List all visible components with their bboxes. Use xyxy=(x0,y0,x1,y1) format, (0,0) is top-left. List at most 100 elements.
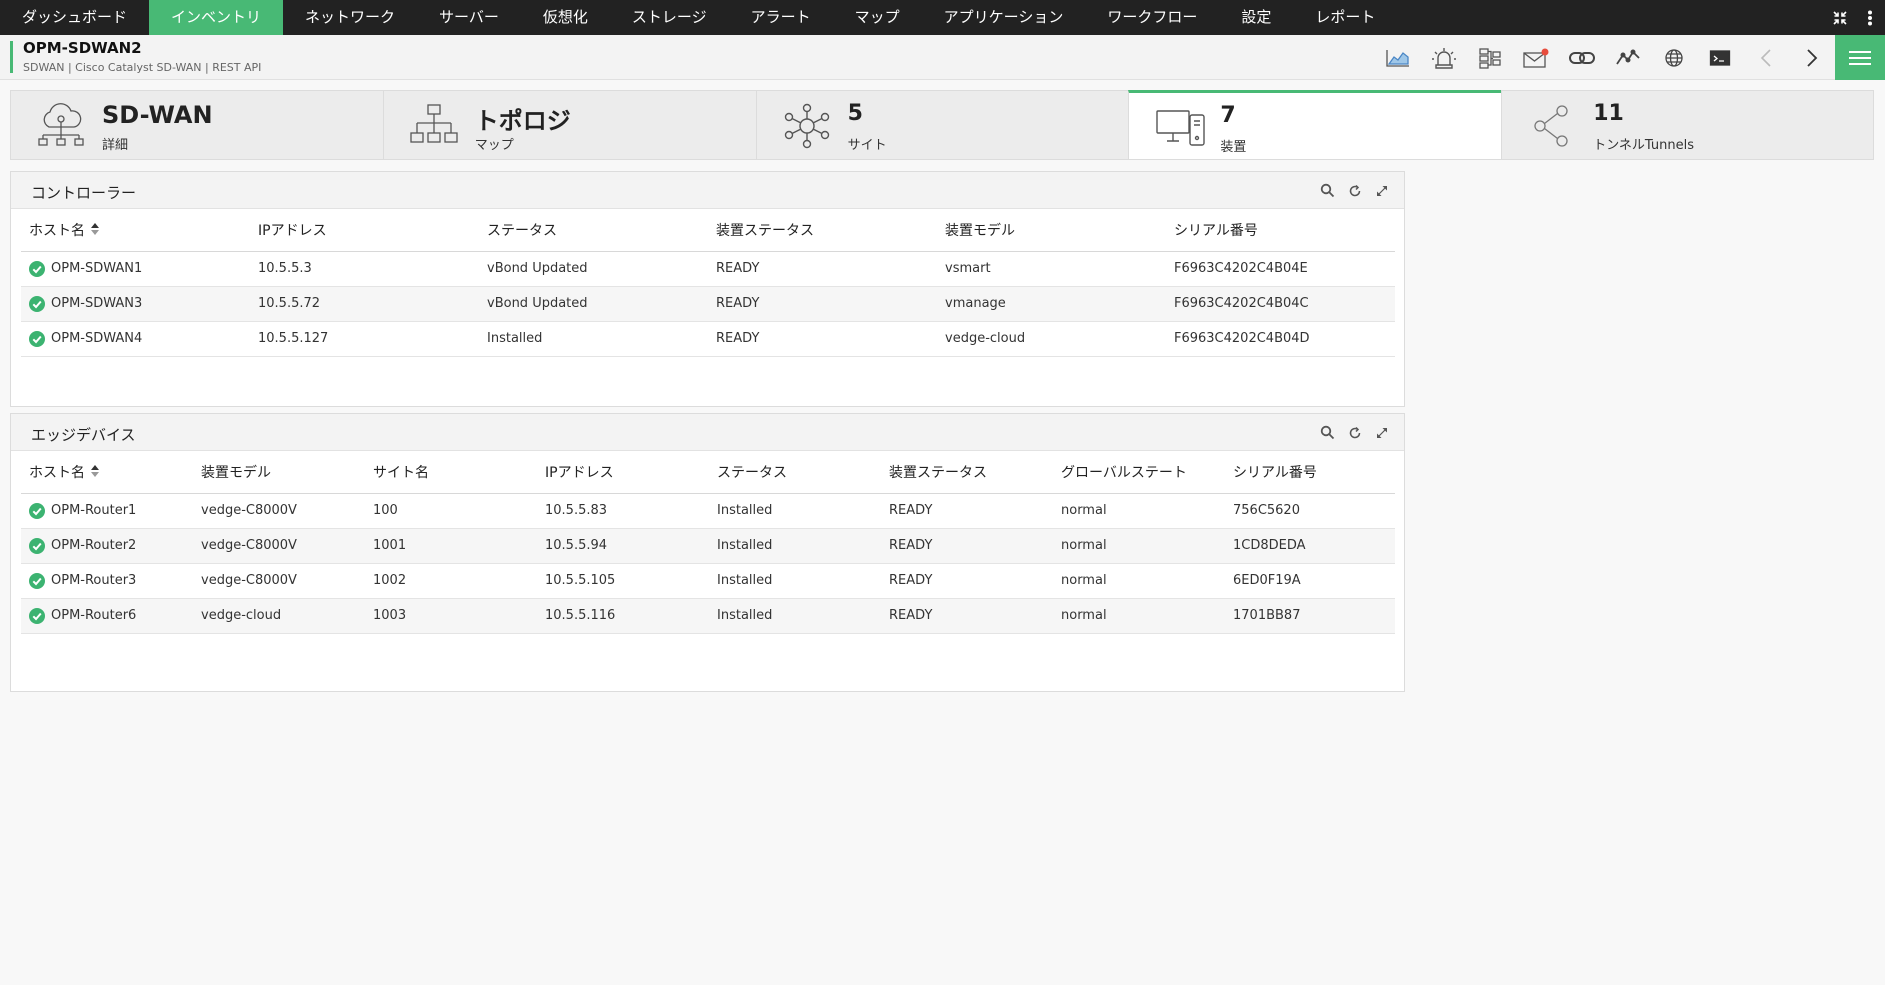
nav-maps[interactable]: マップ xyxy=(833,0,922,35)
host-name-link[interactable]: OPM-Router3 xyxy=(51,573,136,588)
nav-virtualization[interactable]: 仮想化 xyxy=(521,0,610,35)
card-label: 詳細 xyxy=(102,138,129,153)
table-row[interactable]: OPM-Router6 vedge-cloud 1003 10.5.5.116 … xyxy=(21,598,1395,634)
table-row[interactable]: OPM-SDWAN3 10.5.5.72 vBond Updated READY… xyxy=(21,286,1395,322)
table-cell: 1003 xyxy=(365,598,537,634)
header-accent-bar xyxy=(10,41,13,73)
table-cell: 100 xyxy=(365,493,537,529)
table-row[interactable]: OPM-SDWAN1 10.5.5.3 vBond Updated READY … xyxy=(21,251,1395,287)
summary-cards: SD-WAN 詳細 トポロジ マップ 5 サイト 7 装置 11 トンネルTun… xyxy=(10,90,1874,160)
graph-icon[interactable] xyxy=(1375,35,1421,80)
table-cell: F6963C4202C4B04C xyxy=(1166,286,1395,322)
card-sdwan[interactable]: SD-WAN 詳細 xyxy=(10,90,383,160)
nav-dashboard[interactable]: ダッシュボード xyxy=(0,0,149,35)
controllers-panel-tools xyxy=(1319,182,1390,199)
column-header[interactable]: IPアドレス xyxy=(537,452,709,494)
column-header[interactable]: ホスト名 xyxy=(21,452,193,494)
edge-devices-panel-header: エッジデバイス xyxy=(11,414,1404,451)
table-row[interactable]: OPM-Router1 vedge-C8000V 100 10.5.5.83 I… xyxy=(21,493,1395,529)
alarm-siren-icon[interactable] xyxy=(1421,35,1467,80)
column-header[interactable]: IPアドレス xyxy=(250,210,479,252)
host-name-link[interactable]: OPM-SDWAN3 xyxy=(51,296,142,311)
mail-alert-icon[interactable] xyxy=(1513,35,1559,80)
cloud-network-icon xyxy=(37,103,85,149)
card-value: SD-WAN xyxy=(102,101,213,129)
nav-applications[interactable]: アプリケーション xyxy=(922,0,1086,35)
table-cell: F6963C4202C4B04E xyxy=(1166,251,1395,287)
more-vertical-icon[interactable] xyxy=(1855,0,1885,35)
table-row[interactable]: OPM-SDWAN4 10.5.5.127 Installed READY ve… xyxy=(21,321,1395,357)
card-label: サイト xyxy=(847,138,887,153)
refresh-icon[interactable] xyxy=(1346,424,1363,441)
expand-icon[interactable] xyxy=(1373,182,1390,199)
column-header[interactable]: 装置モデル xyxy=(937,210,1166,252)
card-tunnels[interactable]: 11 トンネルTunnels xyxy=(1501,90,1874,160)
previous-icon[interactable] xyxy=(1743,35,1789,80)
next-icon[interactable] xyxy=(1789,35,1835,80)
table-row[interactable]: OPM-Router2 vedge-C8000V 1001 10.5.5.94 … xyxy=(21,528,1395,564)
status-ok-icon xyxy=(29,502,45,519)
hierarchy-icon[interactable] xyxy=(1467,35,1513,80)
card-value: トポロジ xyxy=(474,107,571,135)
column-header[interactable]: 装置ステータス xyxy=(881,452,1053,494)
nav-workflow[interactable]: ワークフロー xyxy=(1085,0,1219,35)
trend-icon[interactable] xyxy=(1605,35,1651,80)
nav-servers[interactable]: サーバー xyxy=(417,0,521,35)
card-value: 5 xyxy=(847,101,863,126)
share-tunnels-icon xyxy=(1528,103,1576,149)
card-value: 11 xyxy=(1593,101,1624,126)
host-name-link[interactable]: OPM-Router2 xyxy=(51,538,136,553)
search-icon[interactable] xyxy=(1319,182,1336,199)
column-header[interactable]: グローバルステート xyxy=(1053,452,1225,494)
status-ok-icon xyxy=(29,260,45,277)
column-header[interactable]: シリアル番号 xyxy=(1166,210,1395,252)
table-row[interactable]: OPM-Router3 vedge-C8000V 1002 10.5.5.105… xyxy=(21,563,1395,599)
host-name-link[interactable]: OPM-Router6 xyxy=(51,608,136,623)
refresh-icon[interactable] xyxy=(1346,182,1363,199)
column-header[interactable]: ホスト名 xyxy=(21,210,250,252)
topology-icon xyxy=(410,103,458,149)
controllers-title: コントローラー xyxy=(31,184,137,202)
table-cell: 6ED0F19A xyxy=(1225,563,1395,599)
column-header[interactable]: ステータス xyxy=(479,210,708,252)
table-cell: normal xyxy=(1053,598,1225,634)
table-cell: 10.5.5.94 xyxy=(537,528,709,564)
column-header[interactable]: サイト名 xyxy=(365,452,537,494)
column-header[interactable]: ステータス xyxy=(709,452,881,494)
expand-icon[interactable] xyxy=(1373,424,1390,441)
column-header[interactable]: 装置モデル xyxy=(193,452,365,494)
table-cell: READY xyxy=(881,598,1053,634)
nav-network[interactable]: ネットワーク xyxy=(283,0,417,35)
card-topology[interactable]: トポロジ マップ xyxy=(382,90,756,160)
globe-icon[interactable] xyxy=(1651,35,1697,80)
collapse-icon[interactable] xyxy=(1825,0,1855,35)
table-cell: 10.5.5.72 xyxy=(250,286,479,322)
column-header[interactable]: 装置ステータス xyxy=(708,210,937,252)
link-icon[interactable] xyxy=(1559,35,1605,80)
table-cell: vedge-cloud xyxy=(937,321,1166,357)
terminal-icon[interactable] xyxy=(1697,35,1743,80)
host-name-link[interactable]: OPM-Router1 xyxy=(51,503,136,518)
device-header: OPM-SDWAN2 SDWAN | Cisco Catalyst SD-WAN… xyxy=(0,35,1885,80)
nav-storage[interactable]: ストレージ xyxy=(610,0,729,35)
card-label: トンネルTunnels xyxy=(1593,138,1694,153)
column-header[interactable]: シリアル番号 xyxy=(1225,452,1395,494)
table-cell: 1CD8DEDA xyxy=(1225,528,1395,564)
nav-settings[interactable]: 設定 xyxy=(1219,0,1293,35)
nav-reports[interactable]: レポート xyxy=(1293,0,1397,35)
nav-alerts[interactable]: アラート xyxy=(729,0,833,35)
card-devices[interactable]: 7 装置 xyxy=(1128,90,1502,160)
menu-icon[interactable] xyxy=(1835,35,1885,80)
sort-icon[interactable] xyxy=(91,465,99,481)
table-cell: Installed xyxy=(709,598,881,634)
card-sites[interactable]: 5 サイト xyxy=(755,90,1129,160)
search-icon[interactable] xyxy=(1319,424,1336,441)
table-cell: vedge-C8000V xyxy=(193,563,365,599)
sort-icon[interactable] xyxy=(91,223,99,239)
host-name-link[interactable]: OPM-SDWAN1 xyxy=(51,261,142,276)
nav-inventory[interactable]: インベントリ xyxy=(149,0,284,35)
card-label: 装置 xyxy=(1220,140,1247,155)
host-name-link[interactable]: OPM-SDWAN4 xyxy=(51,331,142,346)
card-label: マップ xyxy=(474,138,514,153)
table-cell: Installed xyxy=(709,563,881,599)
